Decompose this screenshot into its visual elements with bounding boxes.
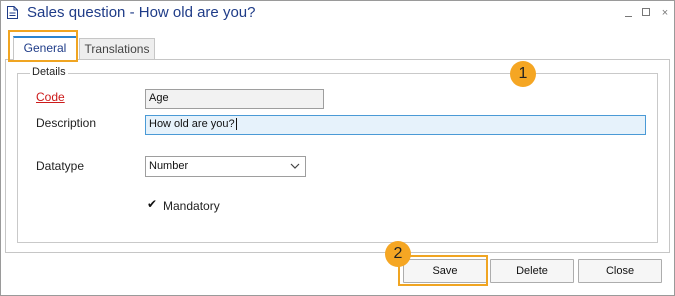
code-field[interactable]: Age	[145, 89, 324, 109]
details-group	[17, 73, 658, 243]
close-icon: ×	[661, 7, 669, 19]
dialog-window: Sales question - How old are you? × Gene…	[0, 0, 675, 296]
callout-badge-1: 1	[510, 61, 536, 87]
minimize-button[interactable]	[619, 3, 639, 23]
code-label: Code	[36, 90, 65, 104]
description-field[interactable]: How old are you?	[145, 115, 646, 135]
highlight-save-button	[398, 255, 488, 286]
description-label: Description	[36, 116, 97, 130]
text-caret	[235, 118, 237, 131]
chevron-down-icon	[290, 163, 300, 169]
close-button[interactable]: Close	[578, 259, 662, 283]
description-value: How old are you?	[149, 118, 235, 130]
mandatory-checkbox[interactable]: ✔	[147, 198, 158, 210]
title-bar[interactable]: Sales question - How old are you? ×	[1, 1, 674, 25]
datatype-label: Datatype	[36, 159, 85, 173]
maximize-button[interactable]	[637, 3, 657, 23]
mandatory-label[interactable]: Mandatory	[163, 199, 220, 213]
maximize-icon	[642, 8, 650, 16]
callout-badge-2: 2	[385, 241, 411, 267]
datatype-select[interactable]: Number	[145, 156, 306, 177]
datatype-value: Number	[149, 160, 189, 172]
window-title: Sales question - How old are you?	[27, 4, 256, 21]
close-window-button[interactable]: ×	[655, 3, 675, 23]
code-value: Age	[149, 92, 169, 104]
document-icon	[7, 6, 18, 19]
highlight-general-tab	[8, 30, 78, 62]
minimize-icon	[625, 16, 632, 17]
details-legend: Details	[30, 66, 68, 78]
tab-translations[interactable]: Translations	[79, 38, 155, 59]
delete-button[interactable]: Delete	[490, 259, 574, 283]
